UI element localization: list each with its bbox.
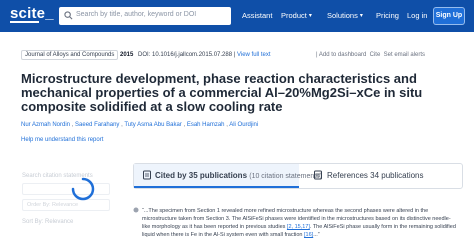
- signup-button[interactable]: Sign Up: [433, 7, 465, 25]
- snippet-reference-link[interactable]: [2, 15,17]: [287, 224, 310, 230]
- nav-product[interactable]: Product ▾: [281, 11, 312, 20]
- snippet-reference-link[interactable]: [16]: [304, 232, 313, 238]
- top-navbar: scite_ Search by title, author, keyword …: [0, 0, 474, 32]
- author-link[interactable]: Tuty Asma Abu Bakar: [124, 122, 181, 128]
- view-full-text-link[interactable]: View full text: [237, 52, 271, 58]
- order-by-select[interactable]: Order By: Relevance: [22, 199, 110, 211]
- cite-link[interactable]: Cite: [370, 52, 381, 58]
- sort-by-label: Sort By: Relevance: [22, 219, 74, 225]
- scite-logo[interactable]: scite_: [10, 5, 54, 22]
- chevron-down-icon: ▾: [308, 13, 312, 19]
- nav-solutions[interactable]: Solutions ▾: [327, 11, 363, 20]
- chevron-down-icon: ▾: [359, 13, 363, 19]
- add-to-dashboard-link[interactable]: Add to dashboard: [319, 52, 366, 58]
- search-icon: [64, 11, 73, 20]
- author-link[interactable]: Nur Azmah Nordin: [21, 122, 70, 128]
- cited-by-label: Cited by 35 publications (10 citation st…: [155, 171, 323, 180]
- tab-cited-by[interactable]: Cited by 35 publications (10 citation st…: [134, 164, 322, 188]
- tab-references[interactable]: References 34 publications: [327, 171, 424, 180]
- paper-title: Microstructure development, phase reacti…: [21, 71, 423, 114]
- search-placeholder: Search by title, author, keyword or DOI: [76, 11, 197, 18]
- paper-actions: | Add to dashboard Cite Set email alerts: [316, 52, 425, 58]
- author-list: Nur Azmah Nordin , Saeed Farahany , Tuty…: [21, 122, 259, 128]
- citation-snippet: “...The specimen from Section 1 revealed…: [142, 208, 456, 238]
- paper-doi: DOI: 10.1016/j.jallcom.2015.07.288 | Vie…: [138, 52, 271, 58]
- set-email-alerts-link[interactable]: Set email alerts: [384, 52, 425, 58]
- loading-spinner-icon: [71, 177, 95, 201]
- nav-login[interactable]: Log in: [407, 11, 427, 20]
- logo-underline: [10, 21, 39, 23]
- journal-badge[interactable]: Journal of Alloys and Compounds: [21, 50, 119, 60]
- author-link[interactable]: Ali Ourdjini: [229, 122, 258, 128]
- document-icon: [143, 170, 151, 180]
- nav-assistant[interactable]: Assistant: [242, 11, 272, 20]
- nav-pricing[interactable]: Pricing: [376, 11, 399, 20]
- document-icon: [314, 170, 322, 180]
- citation-tabs: Cited by 35 publications (10 citation st…: [133, 163, 463, 189]
- citation-search-input[interactable]: [22, 183, 110, 195]
- author-link[interactable]: Saeed Farahany: [75, 122, 119, 128]
- author-link[interactable]: Esah Hamzah: [187, 122, 225, 128]
- search-input[interactable]: Search by title, author, keyword or DOI: [59, 7, 231, 25]
- quote-icon: [133, 207, 139, 213]
- paper-year: 2015: [120, 52, 134, 58]
- citation-filter-panel: Search citation statements Order By: Rel…: [18, 170, 116, 248]
- help-understand-link[interactable]: Help me understand this report: [21, 137, 103, 143]
